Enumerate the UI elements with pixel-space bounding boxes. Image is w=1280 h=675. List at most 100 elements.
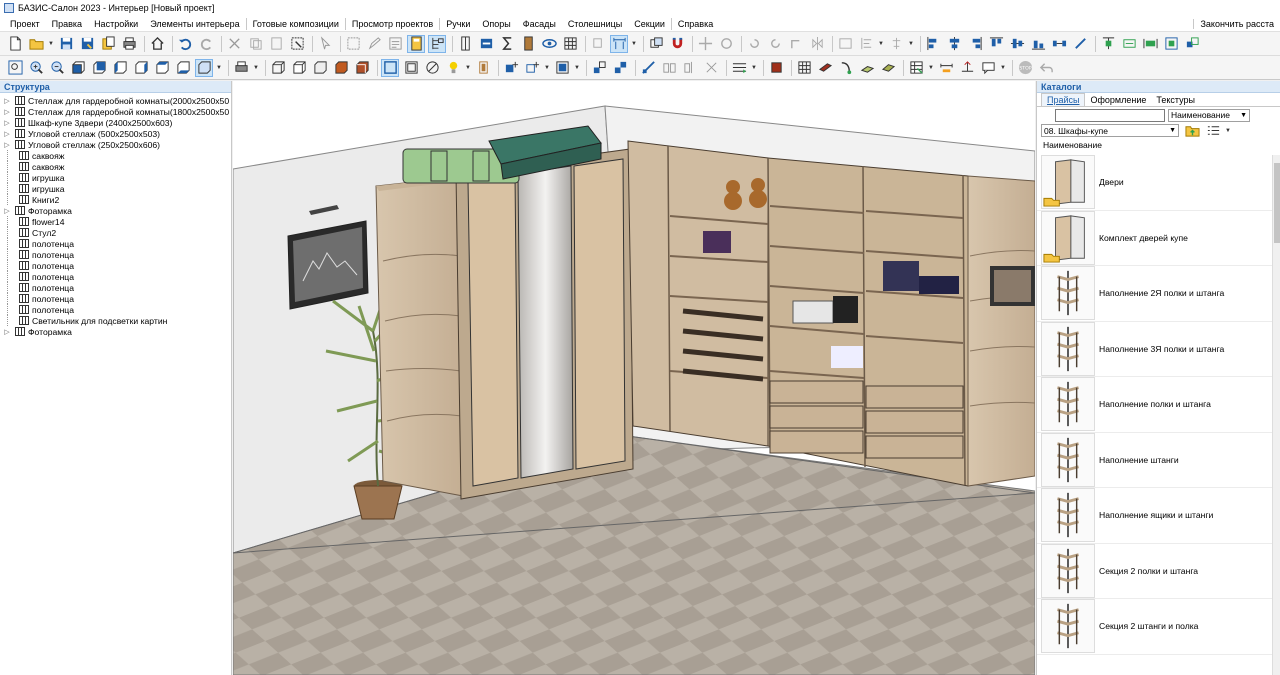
tree-item[interactable]: полотенца xyxy=(0,293,231,304)
zoom-out-icon[interactable] xyxy=(48,59,66,77)
curve-icon[interactable] xyxy=(423,59,441,77)
view-top-icon[interactable] xyxy=(153,59,171,77)
scale-icon[interactable] xyxy=(590,59,608,77)
chevron-down-icon[interactable]: ▼ xyxy=(928,65,934,71)
align-left-icon[interactable] xyxy=(924,35,942,53)
wireframe-icon[interactable] xyxy=(269,59,287,77)
edit-icon[interactable] xyxy=(365,35,383,53)
group-icon[interactable] xyxy=(344,35,362,53)
chevron-down-icon[interactable]: ▼ xyxy=(465,65,471,71)
mirror-icon[interactable] xyxy=(808,35,826,53)
tree-item[interactable]: полотенца xyxy=(0,304,231,315)
catalog-scrollbar[interactable] xyxy=(1272,155,1280,675)
menu-supports[interactable]: Опоры xyxy=(476,19,516,29)
home-icon[interactable] xyxy=(148,35,166,53)
align-right-icon[interactable] xyxy=(966,35,984,53)
render-icon[interactable] xyxy=(474,59,492,77)
align-icon[interactable] xyxy=(857,35,875,53)
chevron-right-icon[interactable]: ▷ xyxy=(3,141,11,149)
stretch-icon[interactable] xyxy=(1099,35,1117,53)
tree-item[interactable]: flower14 xyxy=(0,216,231,227)
chevron-right-icon[interactable]: ▷ xyxy=(3,97,11,105)
menu-countertops[interactable]: Столешницы xyxy=(562,19,628,29)
chevron-right-icon[interactable]: ▷ xyxy=(3,207,11,215)
elevation-icon[interactable] xyxy=(958,59,976,77)
tree-item[interactable]: ▷ Фоторамка xyxy=(0,205,231,216)
menu-ready-compositions[interactable]: Готовые композиции xyxy=(247,19,345,29)
chevron-down-icon[interactable]: ▼ xyxy=(908,41,914,47)
chevron-right-icon[interactable]: ▷ xyxy=(3,328,11,336)
fill-height-icon[interactable] xyxy=(1162,35,1180,53)
view-front-icon[interactable] xyxy=(69,59,87,77)
tree-item[interactable]: ▷ Фоторамка xyxy=(0,326,231,337)
properties-icon[interactable] xyxy=(386,35,404,53)
copy-icon[interactable] xyxy=(246,35,264,53)
3d-viewport[interactable] xyxy=(233,81,1035,675)
light-bulb-icon[interactable] xyxy=(444,59,462,77)
tree-item[interactable]: игрушка xyxy=(0,172,231,183)
move-icon[interactable] xyxy=(696,35,714,53)
tree-item[interactable]: полотенца xyxy=(0,260,231,271)
insert-section-icon[interactable] xyxy=(553,59,571,77)
category-select[interactable]: 08. Шкафы-купе ▼ xyxy=(1041,124,1179,137)
chevron-right-icon[interactable]: ▷ xyxy=(3,108,11,116)
tree-item[interactable]: Книги2 xyxy=(0,194,231,205)
undo-icon[interactable] xyxy=(176,35,194,53)
space-vertical-icon[interactable] xyxy=(1071,35,1089,53)
drawer[interactable] xyxy=(769,430,864,454)
rotate-icon[interactable] xyxy=(717,35,735,53)
hidden-lines-icon[interactable] xyxy=(290,59,308,77)
grid-table-icon[interactable] xyxy=(907,59,925,77)
frame-outline-icon[interactable] xyxy=(402,59,420,77)
drawer-icon[interactable] xyxy=(795,59,813,77)
countertop-icon[interactable] xyxy=(879,59,897,77)
select-icon[interactable] xyxy=(288,35,306,53)
tree-item[interactable]: саквояж xyxy=(0,161,231,172)
zoom-in-icon[interactable] xyxy=(27,59,45,77)
dimension-line-icon[interactable] xyxy=(937,59,955,77)
tree-item[interactable]: ▷ Стеллаж для гардеробной комнаты(2000x25… xyxy=(0,95,231,106)
catalog-item[interactable]: Наполнение 2Я полки и штанга xyxy=(1037,266,1273,322)
catalog-item[interactable]: Наполнение штанги xyxy=(1037,432,1273,488)
tree-view-icon[interactable] xyxy=(428,34,446,53)
menu-project[interactable]: Проект xyxy=(4,19,46,29)
tree-item[interactable]: ▷ Шкаф-купе 3двери (2400x2500x603) xyxy=(0,117,231,128)
print-icon[interactable] xyxy=(120,35,138,53)
tab-textures[interactable]: Текстуры xyxy=(1151,94,1200,106)
fill-width-icon[interactable] xyxy=(1141,35,1159,53)
door-icon[interactable] xyxy=(519,35,537,53)
view-back-icon[interactable] xyxy=(90,59,108,77)
save-icon[interactable] xyxy=(57,35,75,53)
open-folder-icon[interactable] xyxy=(27,35,45,53)
hinge-icon[interactable] xyxy=(837,59,855,77)
chevron-down-icon[interactable]: ▼ xyxy=(574,65,580,71)
tree-item[interactable]: Стул2 xyxy=(0,227,231,238)
tree-item[interactable]: игрушка xyxy=(0,183,231,194)
catalog-item[interactable]: Наполнение ящики и штанги xyxy=(1037,488,1273,544)
menu-facades[interactable]: Фасады xyxy=(517,19,562,29)
wardrobe-door-right[interactable] xyxy=(573,158,626,470)
drawer[interactable] xyxy=(865,385,964,409)
cut-icon[interactable] xyxy=(225,35,243,53)
sigma-icon[interactable] xyxy=(498,35,516,53)
section-cut-icon[interactable] xyxy=(681,59,699,77)
cabinet-icon[interactable] xyxy=(456,35,474,53)
frame-icon[interactable] xyxy=(381,58,399,77)
align-top-icon[interactable] xyxy=(987,35,1005,53)
magnet-icon[interactable] xyxy=(668,35,686,53)
catalog-item[interactable]: Наполнение 3Я полки и штанга xyxy=(1037,321,1273,377)
menu-help[interactable]: Справка xyxy=(672,19,719,29)
calculator-icon[interactable] xyxy=(407,34,425,53)
view-right-icon[interactable] xyxy=(132,59,150,77)
menu-view-projects[interactable]: Просмотр проектов xyxy=(346,19,439,29)
tree-item[interactable]: ▷ Угловой стеллаж (500x2500x503) xyxy=(0,128,231,139)
material-picker-icon[interactable] xyxy=(767,59,785,77)
interior-scene[interactable] xyxy=(233,81,1035,675)
menu-interior-elements[interactable]: Элементы интерьера xyxy=(144,19,245,29)
drawer[interactable] xyxy=(865,410,964,434)
list-view-icon[interactable] xyxy=(1204,122,1222,140)
zoom-fit-icon[interactable] xyxy=(6,59,24,77)
distribute-icon[interactable] xyxy=(887,35,905,53)
tree-item[interactable]: полотенца xyxy=(0,282,231,293)
catalog-item[interactable]: Секция 2 полки и штанга xyxy=(1037,543,1273,599)
